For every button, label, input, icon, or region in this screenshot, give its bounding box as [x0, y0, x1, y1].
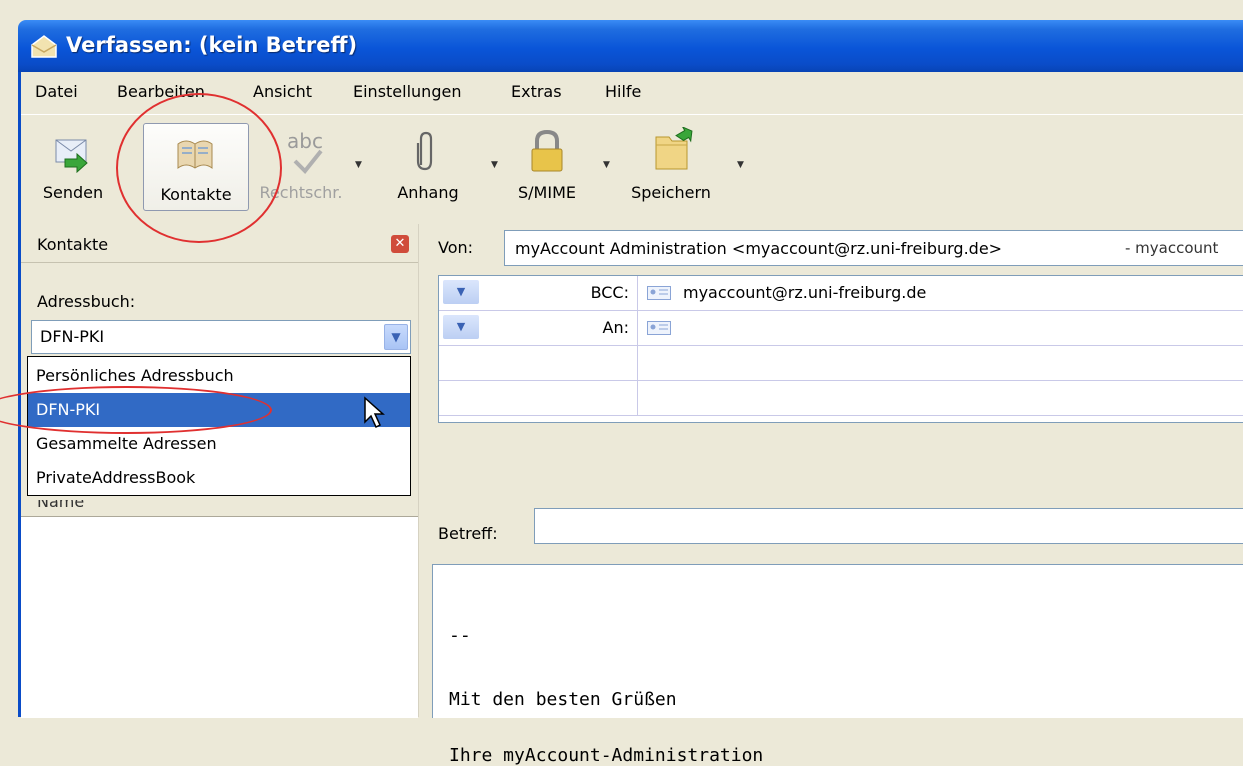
menu-hilfe[interactable]: Hilfe [605, 82, 641, 101]
compose-area: Von: myAccount Administration <myaccount… [428, 224, 1243, 766]
recipient-type-label: BCC: [590, 283, 629, 302]
contact-card-icon [647, 321, 671, 335]
dropdown-option-collected[interactable]: Gesammelte Adressen [28, 427, 410, 461]
smime-dropdown-arrow-icon[interactable]: ▼ [603, 160, 610, 170]
contacts-sidebar: Kontakte ✕ Adressbuch: DFN-PKI ▼ Name Pe… [21, 224, 418, 718]
save-button[interactable]: Speichern [619, 123, 723, 209]
sidebar-title: Kontakte [37, 235, 109, 254]
attach-button[interactable]: Anhang [389, 123, 467, 209]
contacts-label: Kontakte [160, 185, 232, 204]
menu-bearbeiten[interactable]: Bearbeiten [117, 82, 205, 101]
attach-label: Anhang [397, 183, 459, 202]
addressbook-label: Adressbuch: [37, 292, 136, 311]
addressbook-select[interactable]: DFN-PKI ▼ [31, 320, 411, 354]
from-value: myAccount Administration <myaccount@rz.u… [515, 239, 1003, 258]
spellcheck-dropdown-arrow-icon[interactable]: ▼ [355, 160, 362, 170]
window-title: Verfassen: (kein Betreff) [66, 33, 358, 57]
contact-card-icon [647, 286, 671, 300]
contact-list[interactable] [21, 516, 418, 718]
signature-name: Ihre myAccount-Administration [449, 745, 764, 766]
menu-bar: Datei Bearbeiten Ansicht Einstellungen E… [21, 72, 1243, 112]
recipient-type-cell[interactable] [439, 381, 638, 415]
menu-extras[interactable]: Extras [511, 82, 562, 101]
chevron-down-icon[interactable]: ▼ [443, 315, 479, 339]
menu-ansicht[interactable]: Ansicht [253, 82, 312, 101]
recipient-row[interactable]: ▼ BCC: myaccount@rz.uni-freiburg.de [439, 276, 1243, 311]
menu-datei[interactable]: Datei [35, 82, 78, 101]
attach-dropdown-arrow-icon[interactable]: ▼ [491, 160, 498, 170]
checkmark-icon [293, 149, 323, 174]
recipient-row[interactable]: ▼ An: [439, 311, 1243, 346]
title-bar[interactable]: Verfassen: (kein Betreff) [18, 20, 1243, 72]
recipients-list[interactable]: ▼ BCC: myaccount@rz.uni-freiburg.de ▼ An… [438, 275, 1243, 423]
save-label: Speichern [631, 183, 711, 202]
dropdown-option-dfn-pki[interactable]: DFN-PKI [28, 393, 410, 427]
smime-button[interactable]: S/MIME [503, 123, 591, 209]
addressbook-dropdown-list[interactable]: Persönliches Adressbuch DFN-PKI Gesammel… [27, 356, 411, 496]
sidebar-header: Kontakte ✕ [21, 224, 418, 263]
recipient-type-label: An: [602, 318, 629, 337]
subject-input[interactable] [534, 508, 1243, 544]
save-folder-icon [655, 127, 693, 170]
recipient-type-select[interactable]: ▼ BCC: [439, 276, 638, 310]
recipient-row-empty[interactable] [439, 381, 1243, 416]
save-dropdown-arrow-icon[interactable]: ▼ [737, 160, 744, 170]
from-select[interactable]: myAccount Administration <myaccount@rz.u… [504, 230, 1243, 266]
message-body[interactable]: -- Mit den besten Grüßen Ihre myAccount-… [432, 564, 1243, 766]
mouse-cursor-icon [364, 396, 385, 429]
contacts-button[interactable]: Kontakte [143, 123, 249, 211]
dropdown-option-personal[interactable]: Persönliches Adressbuch [28, 359, 410, 393]
send-icon [55, 139, 88, 173]
recipient-type-select[interactable]: ▼ An: [439, 311, 638, 345]
close-icon[interactable]: ✕ [391, 235, 409, 253]
address-book-icon [177, 140, 213, 169]
from-label: Von: [438, 238, 474, 257]
recipient-row-empty[interactable] [439, 346, 1243, 381]
send-label: Senden [42, 183, 104, 202]
name-column-header[interactable]: Name [37, 500, 84, 511]
menu-einstellungen[interactable]: Einstellungen [353, 82, 461, 101]
signature-separator: -- [449, 625, 471, 646]
subject-label: Betreff: [438, 524, 498, 543]
smime-label: S/MIME [518, 183, 576, 202]
recipient-address[interactable]: myaccount@rz.uni-freiburg.de [683, 283, 926, 302]
recipient-type-cell[interactable] [439, 346, 638, 380]
toolbar: Senden Kontakte abc Rechtschr. ▼ Anhang … [21, 114, 1243, 215]
spellcheck-label: Rechtschr. [259, 183, 343, 202]
contact-list-header[interactable]: Name [21, 500, 418, 516]
addressbook-selected-value: DFN-PKI [40, 327, 105, 346]
signature-greeting: Mit den besten Grüßen [449, 689, 677, 710]
lock-icon [531, 129, 563, 172]
chevron-down-icon[interactable]: ▼ [443, 280, 479, 304]
spellcheck-button[interactable]: abc Rechtschr. [253, 123, 349, 209]
dropdown-option-private[interactable]: PrivateAddressBook [28, 461, 410, 495]
compose-window: Datei Bearbeiten Ansicht Einstellungen E… [18, 72, 1243, 766]
from-identity-suffix: - myaccount [1125, 239, 1219, 257]
chevron-down-icon[interactable]: ▼ [384, 324, 408, 350]
send-button[interactable]: Senden [27, 123, 119, 209]
paperclip-icon [416, 131, 433, 171]
compose-window-icon [31, 35, 57, 58]
